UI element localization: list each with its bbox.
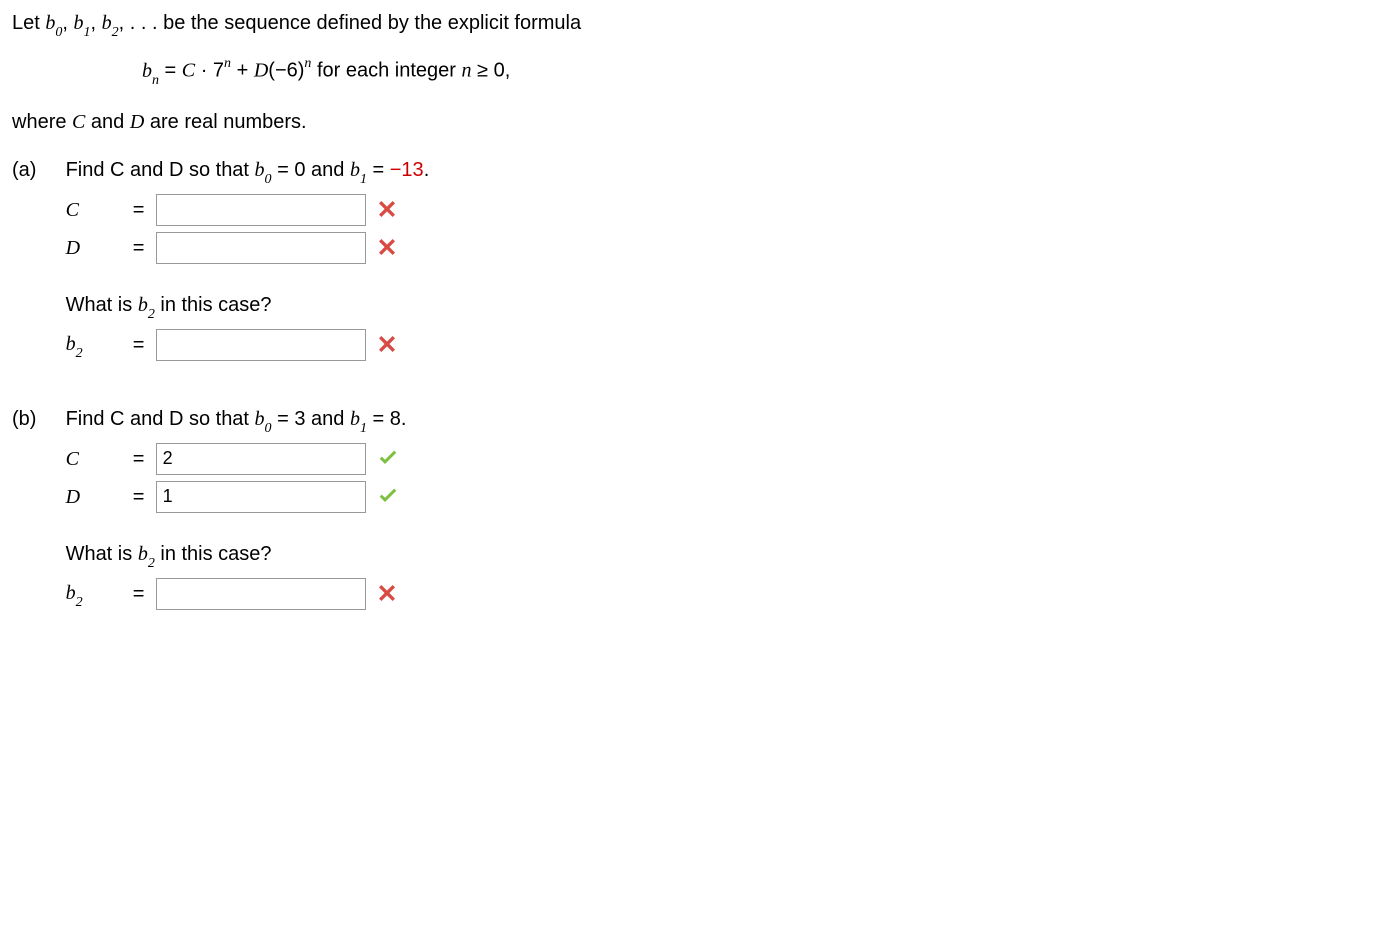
part-a-label: (a) [12, 155, 60, 185]
part-a-b2-row: b2 = [66, 329, 430, 362]
part-b: (b) Find C and D so that b0 = 3 and b1 =… [12, 404, 1388, 617]
part-b-label: (b) [12, 404, 60, 434]
part-b-b2-input[interactable] [156, 578, 366, 610]
part-a-d-row: D = [66, 232, 430, 264]
c-label: C [66, 195, 122, 225]
part-a: (a) Find C and D so that b0 = 0 and b1 =… [12, 155, 1388, 368]
part-a-d-input[interactable] [156, 232, 366, 264]
d-label: D [66, 482, 122, 512]
b0-var: b0 [45, 12, 62, 34]
check-icon [376, 485, 400, 509]
b2-var: b2 [102, 12, 119, 34]
part-b-d-input[interactable] [156, 481, 366, 513]
wrong-icon [376, 333, 400, 357]
b2-label: b2 [66, 329, 122, 362]
b1-var: b1 [73, 12, 90, 34]
part-b-prompt: Find C and D so that b0 = 3 and b1 = 8. [66, 404, 407, 437]
wrong-icon [376, 198, 400, 222]
ellipsis: , . . . [119, 12, 158, 34]
part-b-b2-prompt: What is b2 in this case? [66, 539, 407, 572]
part-b-body: Find C and D so that b0 = 3 and b1 = 8. … [66, 404, 407, 617]
part-a-b2-input[interactable] [156, 329, 366, 361]
part-b-c-row: C = [66, 443, 407, 475]
let-text: Let [12, 12, 45, 34]
formula-line: bn = C · 7n + D(−6)n for each integer n … [12, 55, 1388, 89]
part-b-b2-row: b2 = [66, 578, 407, 611]
part-a-b2-prompt: What is b2 in this case? [66, 290, 430, 323]
d-label: D [66, 233, 122, 263]
part-a-prompt: Find C and D so that b0 = 0 and b1 = −13… [66, 155, 430, 188]
part-a-c-input[interactable] [156, 194, 366, 226]
b2-label: b2 [66, 578, 122, 611]
wrong-icon [376, 236, 400, 260]
intro-line-1: Let b0, b1, b2, . . . be the sequence de… [12, 8, 1388, 41]
c-label: C [66, 444, 122, 474]
bn: bn [142, 60, 159, 82]
part-b-d-row: D = [66, 481, 407, 513]
part-b-c-input[interactable] [156, 443, 366, 475]
part-a-body: Find C and D so that b0 = 0 and b1 = −13… [66, 155, 430, 368]
part-a-c-row: C = [66, 194, 430, 226]
neg-value: −13 [390, 159, 424, 181]
where-line: where C and D are real numbers. [12, 107, 1388, 137]
check-icon [376, 447, 400, 471]
intro-tail: be the sequence defined by the explicit … [158, 12, 582, 34]
wrong-icon [376, 582, 400, 606]
formula-tail: for each integer [311, 60, 461, 82]
